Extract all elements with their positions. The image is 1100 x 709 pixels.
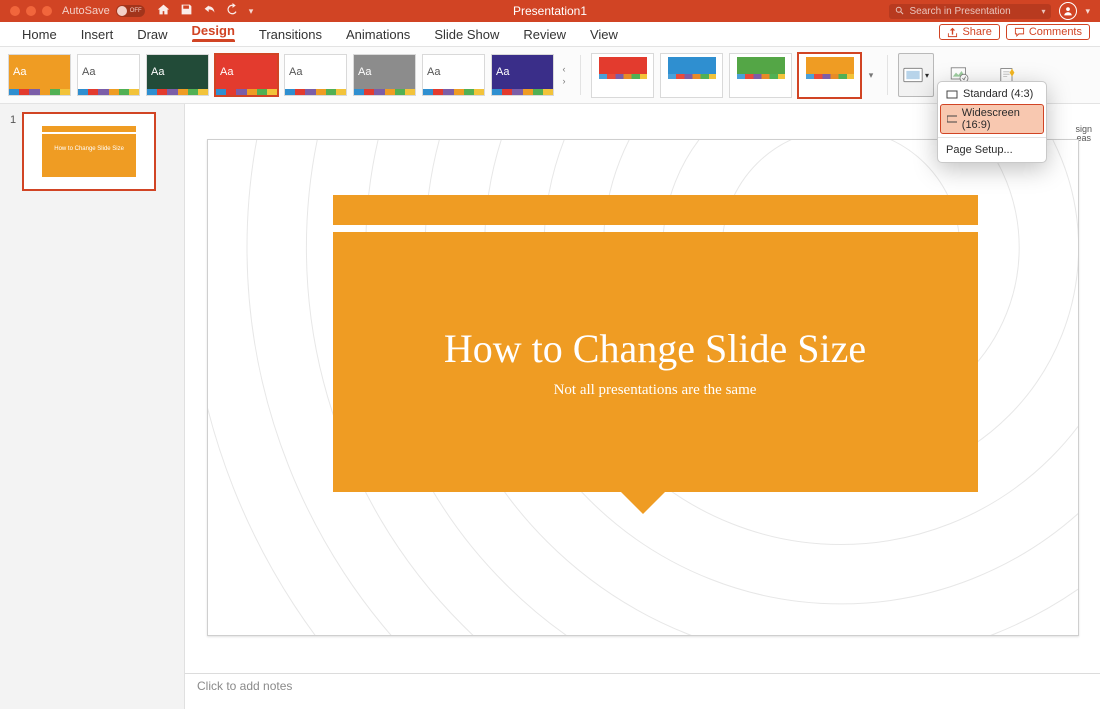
home-icon[interactable] <box>157 3 170 19</box>
workspace: 1 How to Change Slide Size <box>0 104 1100 709</box>
themes-gallery: AaAaAaAaAaAaAaAa <box>8 54 554 96</box>
theme-swatch-2[interactable]: Aa <box>146 54 209 96</box>
slide-title[interactable]: How to Change Slide Size <box>444 325 866 372</box>
chevron-down-icon: ▾ <box>925 71 929 80</box>
tab-transitions[interactable]: Transitions <box>247 23 334 46</box>
chevron-down-icon: ▾ <box>869 70 874 81</box>
share-icon <box>947 27 958 38</box>
comment-icon <box>1014 27 1025 38</box>
chevron-left-icon: ‹ <box>563 64 566 74</box>
comments-button[interactable]: Comments <box>1006 24 1090 40</box>
search-icon <box>895 6 905 16</box>
callout-pointer-icon <box>621 492 665 514</box>
minimize-window-icon[interactable] <box>26 6 36 16</box>
tab-slide-show[interactable]: Slide Show <box>422 23 511 46</box>
theme-swatch-3[interactable]: Aa <box>215 54 278 96</box>
window-title-bar: AutoSave OFF ▾ Presentation1 Search in P… <box>0 0 1100 22</box>
undo-icon[interactable] <box>203 3 216 19</box>
slide-size-icon <box>903 67 923 83</box>
chevron-down-icon: ▾ <box>1041 7 1045 16</box>
theme-swatch-0[interactable]: Aa <box>8 54 71 96</box>
variant-swatch-0[interactable] <box>591 53 654 98</box>
slide-subtitle[interactable]: Not all presentations are the same <box>554 382 757 399</box>
chevron-right-icon: › <box>563 76 566 86</box>
ribbon-tabs: Home Insert Draw Design Transitions Anim… <box>0 22 1100 47</box>
save-icon[interactable] <box>180 3 193 19</box>
separator <box>887 55 888 95</box>
share-button[interactable]: Share <box>939 24 999 40</box>
separator <box>580 55 581 95</box>
title-accent-bar <box>333 195 978 225</box>
autosave-toggle[interactable]: OFF <box>116 5 145 17</box>
slide-thumbnail-panel[interactable]: 1 How to Change Slide Size <box>0 104 185 709</box>
tab-insert[interactable]: Insert <box>69 23 126 46</box>
slide-number: 1 <box>10 112 16 191</box>
variant-swatch-1[interactable] <box>660 53 723 98</box>
redo-icon[interactable] <box>226 3 239 19</box>
slide-size-menu: Standard (4:3) Widescreen (16:9) Page Se… <box>937 81 1047 163</box>
variants-gallery <box>591 53 861 98</box>
theme-swatch-5[interactable]: Aa <box>353 54 416 96</box>
tab-animations[interactable]: Animations <box>334 23 422 46</box>
notes-placeholder: Click to add notes <box>197 679 292 693</box>
slide-editor: How to Change Slide Size Not all present… <box>185 104 1100 709</box>
tab-design[interactable]: Design <box>180 19 247 46</box>
close-window-icon[interactable] <box>10 6 20 16</box>
menu-widescreen-16-9[interactable]: Widescreen (16:9) <box>940 104 1044 134</box>
notes-pane[interactable]: Click to add notes <box>185 673 1100 709</box>
slide-canvas[interactable]: How to Change Slide Size Not all present… <box>207 139 1079 636</box>
tab-review[interactable]: Review <box>511 23 578 46</box>
zoom-window-icon[interactable] <box>42 6 52 16</box>
chevron-down-icon[interactable]: ▾ <box>1085 6 1090 17</box>
menu-page-setup[interactable]: Page Setup... <box>938 141 1046 159</box>
theme-swatch-1[interactable]: Aa <box>77 54 140 96</box>
tab-view[interactable]: View <box>578 23 630 46</box>
variants-more[interactable]: ▾ <box>865 70 877 81</box>
theme-swatch-4[interactable]: Aa <box>284 54 347 96</box>
search-input[interactable]: Search in Presentation ▾ <box>889 4 1051 19</box>
slide-thumbnail-1[interactable]: How to Change Slide Size <box>22 112 156 191</box>
theme-swatch-7[interactable]: Aa <box>491 54 554 96</box>
canvas-area[interactable]: How to Change Slide Size Not all present… <box>185 104 1100 673</box>
autosave-label: AutoSave <box>62 5 110 17</box>
aspect-4-3-icon <box>946 90 958 99</box>
variant-swatch-3[interactable] <box>798 53 861 98</box>
search-placeholder: Search in Presentation <box>909 6 1010 17</box>
slide-size-button[interactable]: ▾ <box>898 53 934 97</box>
theme-swatch-6[interactable]: Aa <box>422 54 485 96</box>
tab-home[interactable]: Home <box>10 23 69 46</box>
variant-swatch-2[interactable] <box>729 53 792 98</box>
overflow-icon[interactable]: ▾ <box>249 6 254 17</box>
traffic-lights[interactable] <box>0 6 62 16</box>
menu-standard-4-3[interactable]: Standard (4:3) <box>938 85 1046 103</box>
themes-scroll[interactable]: ‹› <box>558 64 570 86</box>
title-block[interactable]: How to Change Slide Size Not all present… <box>333 232 978 492</box>
design-ribbon: AaAaAaAaAaAaAaAa ‹› ▾ ▾ signeas Standard… <box>0 47 1100 104</box>
aspect-16-9-icon <box>947 115 957 124</box>
account-button[interactable] <box>1059 2 1077 20</box>
tab-draw[interactable]: Draw <box>125 23 179 46</box>
autosave-control[interactable]: AutoSave OFF <box>62 5 145 17</box>
separator <box>938 137 1046 138</box>
